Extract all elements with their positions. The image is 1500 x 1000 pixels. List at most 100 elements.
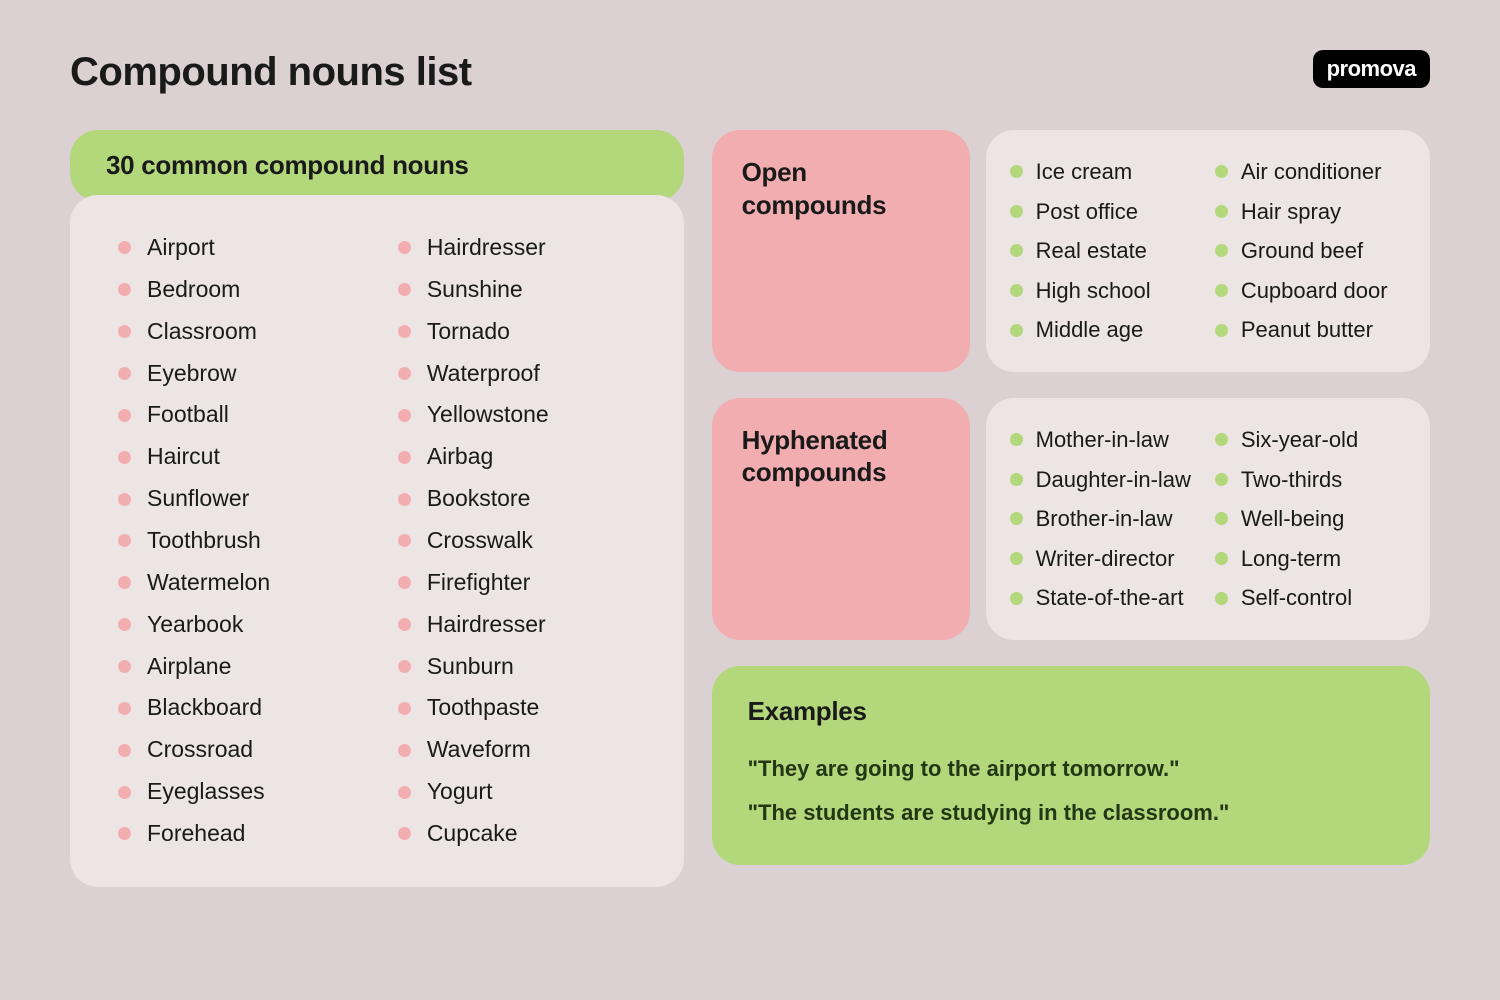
list-item: Six-year-old: [1215, 420, 1406, 460]
bullet-icon: [1215, 433, 1228, 446]
list-item-text: Brother-in-law: [1036, 499, 1173, 539]
list-item-text: Bedroom: [147, 269, 240, 311]
bullet-icon: [1010, 324, 1023, 337]
list-item: Toothbrush: [118, 520, 366, 562]
list-item: Airbag: [398, 436, 646, 478]
list-item: Waterproof: [398, 353, 646, 395]
example-sentence: "They are going to the airport tomorrow.…: [748, 747, 1394, 791]
list-item-text: Haircut: [147, 436, 220, 478]
bullet-icon: [1010, 165, 1023, 178]
list-item: Mother-in-law: [1010, 420, 1201, 460]
list-item-text: Well-being: [1241, 499, 1345, 539]
bullet-icon: [398, 618, 411, 631]
list-item: Tornado: [398, 311, 646, 353]
left-column: 30 common compound nouns AirportBedroomC…: [70, 130, 684, 887]
bullet-icon: [118, 409, 131, 422]
list-item-text: Crossroad: [147, 729, 253, 771]
bullet-icon: [398, 827, 411, 840]
list-item-text: Hairdresser: [427, 604, 546, 646]
bullet-icon: [1215, 552, 1228, 565]
list-item: Hair spray: [1215, 192, 1406, 232]
list-item-text: Yogurt: [427, 771, 493, 813]
list-item-text: Sunflower: [147, 478, 249, 520]
list-item-text: Hairdresser: [427, 227, 546, 269]
list-item-text: Middle age: [1036, 310, 1144, 350]
bullet-icon: [1215, 512, 1228, 525]
list-item-text: Crosswalk: [427, 520, 533, 562]
list-item: Bookstore: [398, 478, 646, 520]
bullet-icon: [118, 534, 131, 547]
list-item: Haircut: [118, 436, 366, 478]
list-item: Crossroad: [118, 729, 366, 771]
list-item: Brother-in-law: [1010, 499, 1201, 539]
hyphenated-compounds-row: Hyphenated compounds Mother-in-lawDaught…: [712, 398, 1430, 640]
open-compounds-row: Open compounds Ice creamPost officeReal …: [712, 130, 1430, 372]
list-item: Yearbook: [118, 604, 366, 646]
list-item-text: Waveform: [427, 729, 531, 771]
main-list-card: AirportBedroomClassroomEyebrowFootballHa…: [70, 195, 684, 887]
page-title: Compound nouns list: [70, 50, 472, 95]
list-item-text: Air conditioner: [1241, 152, 1382, 192]
list-item: Writer-director: [1010, 539, 1201, 579]
list-item-text: Six-year-old: [1241, 420, 1358, 460]
list-item: Self-control: [1215, 578, 1406, 618]
bullet-icon: [118, 660, 131, 673]
list-item: Ground beef: [1215, 231, 1406, 271]
bullet-icon: [398, 325, 411, 338]
bullet-icon: [1215, 205, 1228, 218]
list-item: Bedroom: [118, 269, 366, 311]
open-compounds-label: Open compounds: [712, 130, 970, 372]
main-list-col-2: HairdresserSunshineTornadoWaterproofYell…: [398, 227, 646, 855]
bullet-icon: [1215, 324, 1228, 337]
list-item-text: Eyebrow: [147, 353, 236, 395]
list-item-text: State-of-the-art: [1036, 578, 1184, 618]
list-item-text: Ground beef: [1241, 231, 1363, 271]
bullet-icon: [1010, 205, 1023, 218]
bullet-icon: [1215, 592, 1228, 605]
list-item: Real estate: [1010, 231, 1201, 271]
list-item-text: Airport: [147, 227, 215, 269]
bullet-icon: [398, 451, 411, 464]
list-item: Cupboard door: [1215, 271, 1406, 311]
list-item: Forehead: [118, 813, 366, 855]
main-list-col-1: AirportBedroomClassroomEyebrowFootballHa…: [118, 227, 366, 855]
bullet-icon: [398, 744, 411, 757]
list-item-text: Two-thirds: [1241, 460, 1342, 500]
list-item-text: Eyeglasses: [147, 771, 265, 813]
hyphenated-compounds-label: Hyphenated compounds: [712, 398, 970, 640]
hyph-col-1: Mother-in-lawDaughter-in-lawBrother-in-l…: [1010, 420, 1201, 618]
bullet-icon: [118, 827, 131, 840]
page-header: Compound nouns list promova: [70, 50, 1430, 95]
bullet-icon: [398, 660, 411, 673]
bullet-icon: [118, 283, 131, 296]
list-item: Hairdresser: [398, 604, 646, 646]
list-item: Air conditioner: [1215, 152, 1406, 192]
list-item: Waveform: [398, 729, 646, 771]
list-item: Watermelon: [118, 562, 366, 604]
list-item: Football: [118, 394, 366, 436]
bullet-icon: [118, 702, 131, 715]
list-item-text: Peanut butter: [1241, 310, 1373, 350]
bullet-icon: [398, 534, 411, 547]
list-item: Two-thirds: [1215, 460, 1406, 500]
list-item: Yogurt: [398, 771, 646, 813]
list-item: Toothpaste: [398, 687, 646, 729]
main-section-heading: 30 common compound nouns: [70, 130, 684, 201]
list-item-text: Yellowstone: [427, 394, 549, 436]
list-item: Sunburn: [398, 646, 646, 688]
bullet-icon: [398, 576, 411, 589]
list-item: Hairdresser: [398, 227, 646, 269]
bullet-icon: [118, 744, 131, 757]
list-item: Daughter-in-law: [1010, 460, 1201, 500]
content-area: 30 common compound nouns AirportBedroomC…: [70, 130, 1430, 887]
list-item: Well-being: [1215, 499, 1406, 539]
list-item-text: Ice cream: [1036, 152, 1133, 192]
list-item: Yellowstone: [398, 394, 646, 436]
bullet-icon: [1215, 284, 1228, 297]
list-item-text: Blackboard: [147, 687, 262, 729]
list-item: Eyebrow: [118, 353, 366, 395]
bullet-icon: [1010, 244, 1023, 257]
bullet-icon: [118, 618, 131, 631]
open-col-1: Ice creamPost officeReal estateHigh scho…: [1010, 152, 1201, 350]
list-item-text: Cupboard door: [1241, 271, 1388, 311]
